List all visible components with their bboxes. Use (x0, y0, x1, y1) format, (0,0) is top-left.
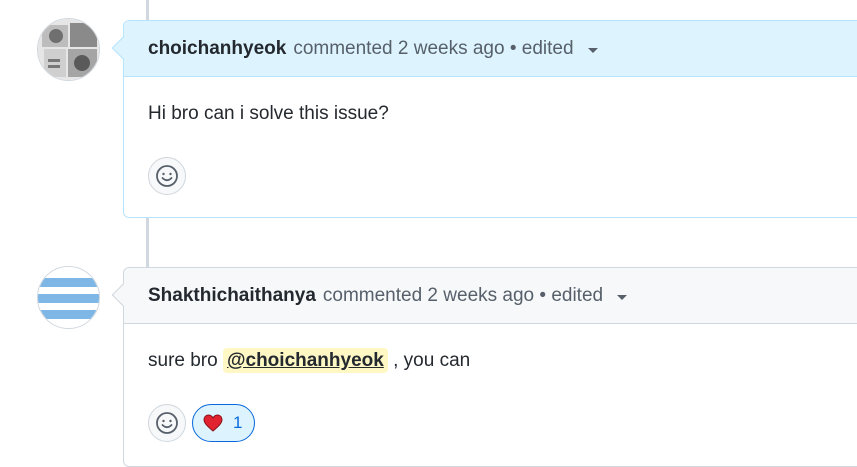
comment-body: sure bro @choichanhyeok , you can (124, 324, 857, 373)
comment-box: choichanhyeok commented 2 weeks ago • ed… (111, 20, 857, 218)
comment-arrow (111, 283, 135, 307)
add-reaction-button[interactable] (148, 157, 186, 195)
comment-box: Shakthichaithanya commented 2 weeks ago … (111, 267, 857, 467)
edit-history-caret-icon[interactable] (617, 295, 628, 300)
heart-icon (203, 414, 223, 432)
smiley-icon (156, 165, 178, 187)
comment-text: , you can (387, 350, 471, 371)
heart-reaction-button[interactable]: 1 (192, 404, 256, 442)
comment-meta[interactable]: commented 2 weeks ago • edited (323, 285, 603, 307)
reactions-bar: 1 (148, 404, 256, 442)
reactions-bar (148, 157, 186, 195)
avatar[interactable] (37, 266, 100, 329)
comment-header: Shakthichaithanya commented 2 weeks ago … (111, 268, 857, 324)
avatar[interactable] (37, 18, 100, 81)
avatar-image (38, 267, 99, 328)
timeline-line (146, 218, 149, 268)
comment-author[interactable]: Shakthichaithanya (148, 285, 316, 307)
comment-header: choichanhyeok commented 2 weeks ago • ed… (111, 21, 857, 77)
edit-history-caret-icon[interactable] (587, 48, 598, 53)
avatar-image (38, 19, 99, 80)
smiley-icon (156, 412, 178, 434)
user-mention-link[interactable]: @choichanhyeok (222, 348, 388, 373)
comment-meta[interactable]: commented 2 weeks ago • edited (293, 38, 573, 60)
reaction-count: 1 (233, 413, 243, 432)
comment-body: Hi bro can i solve this issue? (148, 103, 389, 124)
comment-author[interactable]: choichanhyeok (148, 38, 286, 60)
comment-arrow (111, 36, 135, 60)
add-reaction-button[interactable] (148, 404, 186, 442)
timeline-line (146, 0, 149, 20)
comment-text: sure bro (148, 350, 223, 371)
